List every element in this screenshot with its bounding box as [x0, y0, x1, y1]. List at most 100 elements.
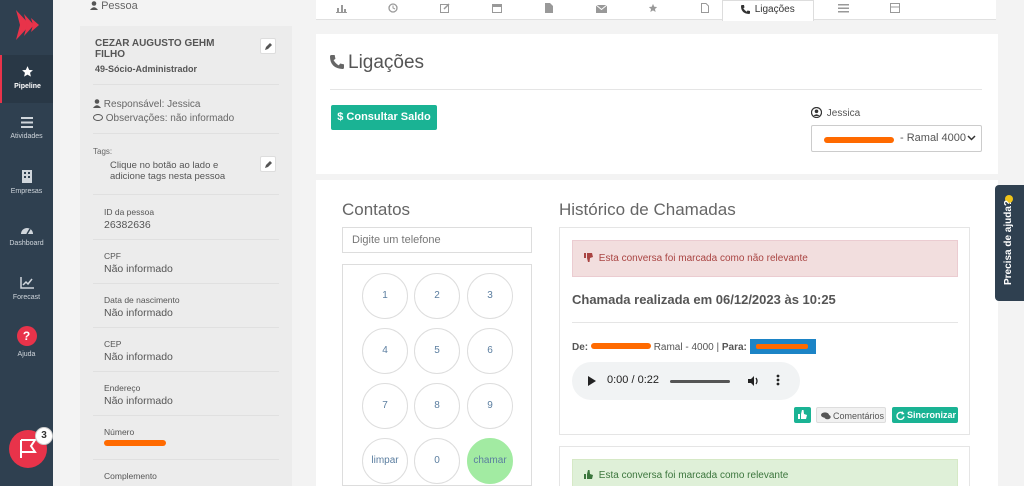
dial-key-1[interactable]: 1 — [362, 273, 408, 319]
field-label: ID da pessoa — [104, 207, 155, 217]
question-icon: ? — [16, 326, 37, 346]
phone-input[interactable]: Digite um telefone — [342, 227, 532, 253]
tab-stats[interactable] — [316, 0, 366, 20]
tab-notes[interactable] — [420, 0, 470, 20]
nav-item-label: Ajuda — [17, 351, 36, 358]
envelope-icon — [595, 4, 607, 13]
phone-icon — [330, 55, 344, 69]
comment-icon — [93, 114, 103, 121]
building-icon — [21, 170, 32, 183]
relevant-alert: Esta conversa foi marcada como relevante — [572, 459, 958, 486]
field-label: Número — [104, 427, 135, 437]
nav-item-atividades[interactable]: Atividades — [0, 117, 53, 140]
tab-list[interactable] — [818, 0, 868, 20]
audio-time: 0:00 / 0:22 — [607, 374, 659, 386]
sync-button[interactable]: Sincronizar — [892, 407, 958, 423]
tab-label: Ligações — [754, 4, 795, 15]
dial-key-6[interactable]: 6 — [467, 328, 513, 374]
redacted-value — [104, 440, 166, 446]
tab-email[interactable] — [576, 0, 626, 20]
nav-item-empresas[interactable]: Empresas — [0, 170, 53, 195]
edit-person-button[interactable] — [260, 38, 276, 54]
nav-item-forecast[interactable]: Forecast — [0, 277, 53, 301]
main-nav: Pipeline Atividades Empresas Dashboard F… — [0, 0, 53, 486]
chevron-down-icon — [967, 135, 976, 141]
like-button[interactable] — [794, 407, 811, 423]
dial-key-4[interactable]: 4 — [362, 328, 408, 374]
nav-item-label: Empresas — [10, 188, 43, 195]
agent-label: Jessica — [810, 106, 861, 119]
help-side-tab-label: Precisa de ajuda? — [1003, 199, 1014, 285]
list-icon — [20, 117, 33, 128]
calendar-icon — [492, 4, 502, 13]
user-icon — [93, 99, 101, 108]
nav-item-dashboard[interactable]: Dashboard — [0, 224, 53, 247]
field-value: Não informado — [104, 395, 173, 407]
field-value: Não informado — [104, 307, 173, 319]
tab-calendar[interactable] — [472, 0, 522, 20]
comments-button[interactable]: Comentários — [816, 407, 886, 423]
chart-line-icon — [19, 277, 34, 289]
nav-item-label: Forecast — [12, 294, 41, 301]
redacted-value — [824, 137, 894, 143]
more-options-icon[interactable] — [776, 374, 780, 386]
ramal-select[interactable]: - Ramal 4000 — [811, 125, 982, 152]
divider — [572, 322, 958, 323]
divider — [93, 239, 279, 240]
dial-key-9[interactable]: 9 — [467, 383, 513, 429]
dial-key-5[interactable]: 5 — [414, 328, 460, 374]
dial-key-7[interactable]: 7 — [362, 383, 408, 429]
agent-name: Jessica — [826, 108, 861, 119]
thumbs-up-icon — [798, 410, 807, 419]
field-value: Não informado — [104, 263, 173, 275]
nav-item-ajuda[interactable]: ? Ajuda — [0, 326, 53, 358]
call-button[interactable]: chamar — [467, 438, 513, 484]
notifications-button[interactable]: 3 — [9, 427, 53, 468]
clear-button[interactable]: limpar — [362, 438, 408, 484]
responsavel: Responsável: Jessica — [93, 99, 201, 110]
nav-item-pipeline[interactable]: Pipeline — [0, 55, 53, 103]
dial-key-3[interactable]: 3 — [467, 273, 513, 319]
page-title-text: Ligações — [348, 52, 425, 73]
divider — [93, 459, 279, 460]
file-icon — [545, 3, 553, 13]
call-card: Esta conversa foi marcada como relevante — [559, 446, 970, 486]
tab-files[interactable] — [524, 0, 574, 20]
redacted-value — [755, 344, 808, 349]
tab-favorites[interactable] — [628, 0, 678, 20]
divider — [93, 283, 279, 284]
tab-ligacoes[interactable]: Ligações — [722, 0, 814, 21]
edit-tags-button[interactable] — [260, 156, 276, 172]
alert-text: Esta conversa foi marcada como não relev… — [598, 253, 808, 264]
pencil-icon — [265, 161, 272, 168]
tab-history[interactable] — [368, 0, 418, 20]
help-side-tab[interactable]: Precisa de ajuda? — [995, 185, 1024, 301]
consult-balance-button[interactable]: $ Consultar Saldo — [331, 105, 437, 130]
tags-hint: Clique no botão ao lado e adicione tags … — [110, 160, 226, 182]
dial-key-0[interactable]: 0 — [414, 438, 460, 484]
notification-badge: 3 — [35, 427, 53, 445]
audio-player: 0:00 / 0:22 — [572, 362, 800, 400]
person-card: CEZAR AUGUSTO GEHM FILHO 49-Sócio-Admini… — [80, 26, 292, 486]
to-label: Para: — [721, 342, 747, 353]
audio-progress-bar[interactable] — [670, 380, 730, 383]
play-icon[interactable] — [588, 376, 596, 386]
tab-card[interactable] — [870, 0, 920, 20]
card-icon — [890, 3, 900, 13]
dial-key-2[interactable]: 2 — [414, 273, 460, 319]
thumbs-up-icon — [584, 470, 593, 479]
pencil-icon — [265, 43, 272, 50]
from-label: De: — [572, 342, 589, 353]
dial-key-8[interactable]: 8 — [414, 383, 460, 429]
person-role: 49-Sócio-Administrador — [95, 64, 198, 74]
thumbs-down-icon — [584, 253, 593, 262]
phone-icon — [741, 5, 751, 14]
bar-chart-icon — [335, 5, 347, 13]
field-label: CEP — [104, 339, 122, 349]
divider — [330, 89, 982, 90]
volume-icon[interactable] — [748, 375, 760, 387]
call-title: Chamada realizada em 06/12/2023 às 10:25 — [572, 292, 836, 307]
divider — [93, 133, 279, 134]
person-name: CEZAR AUGUSTO GEHM FILHO — [95, 38, 215, 60]
tab-bar: Ligações — [316, 0, 996, 21]
